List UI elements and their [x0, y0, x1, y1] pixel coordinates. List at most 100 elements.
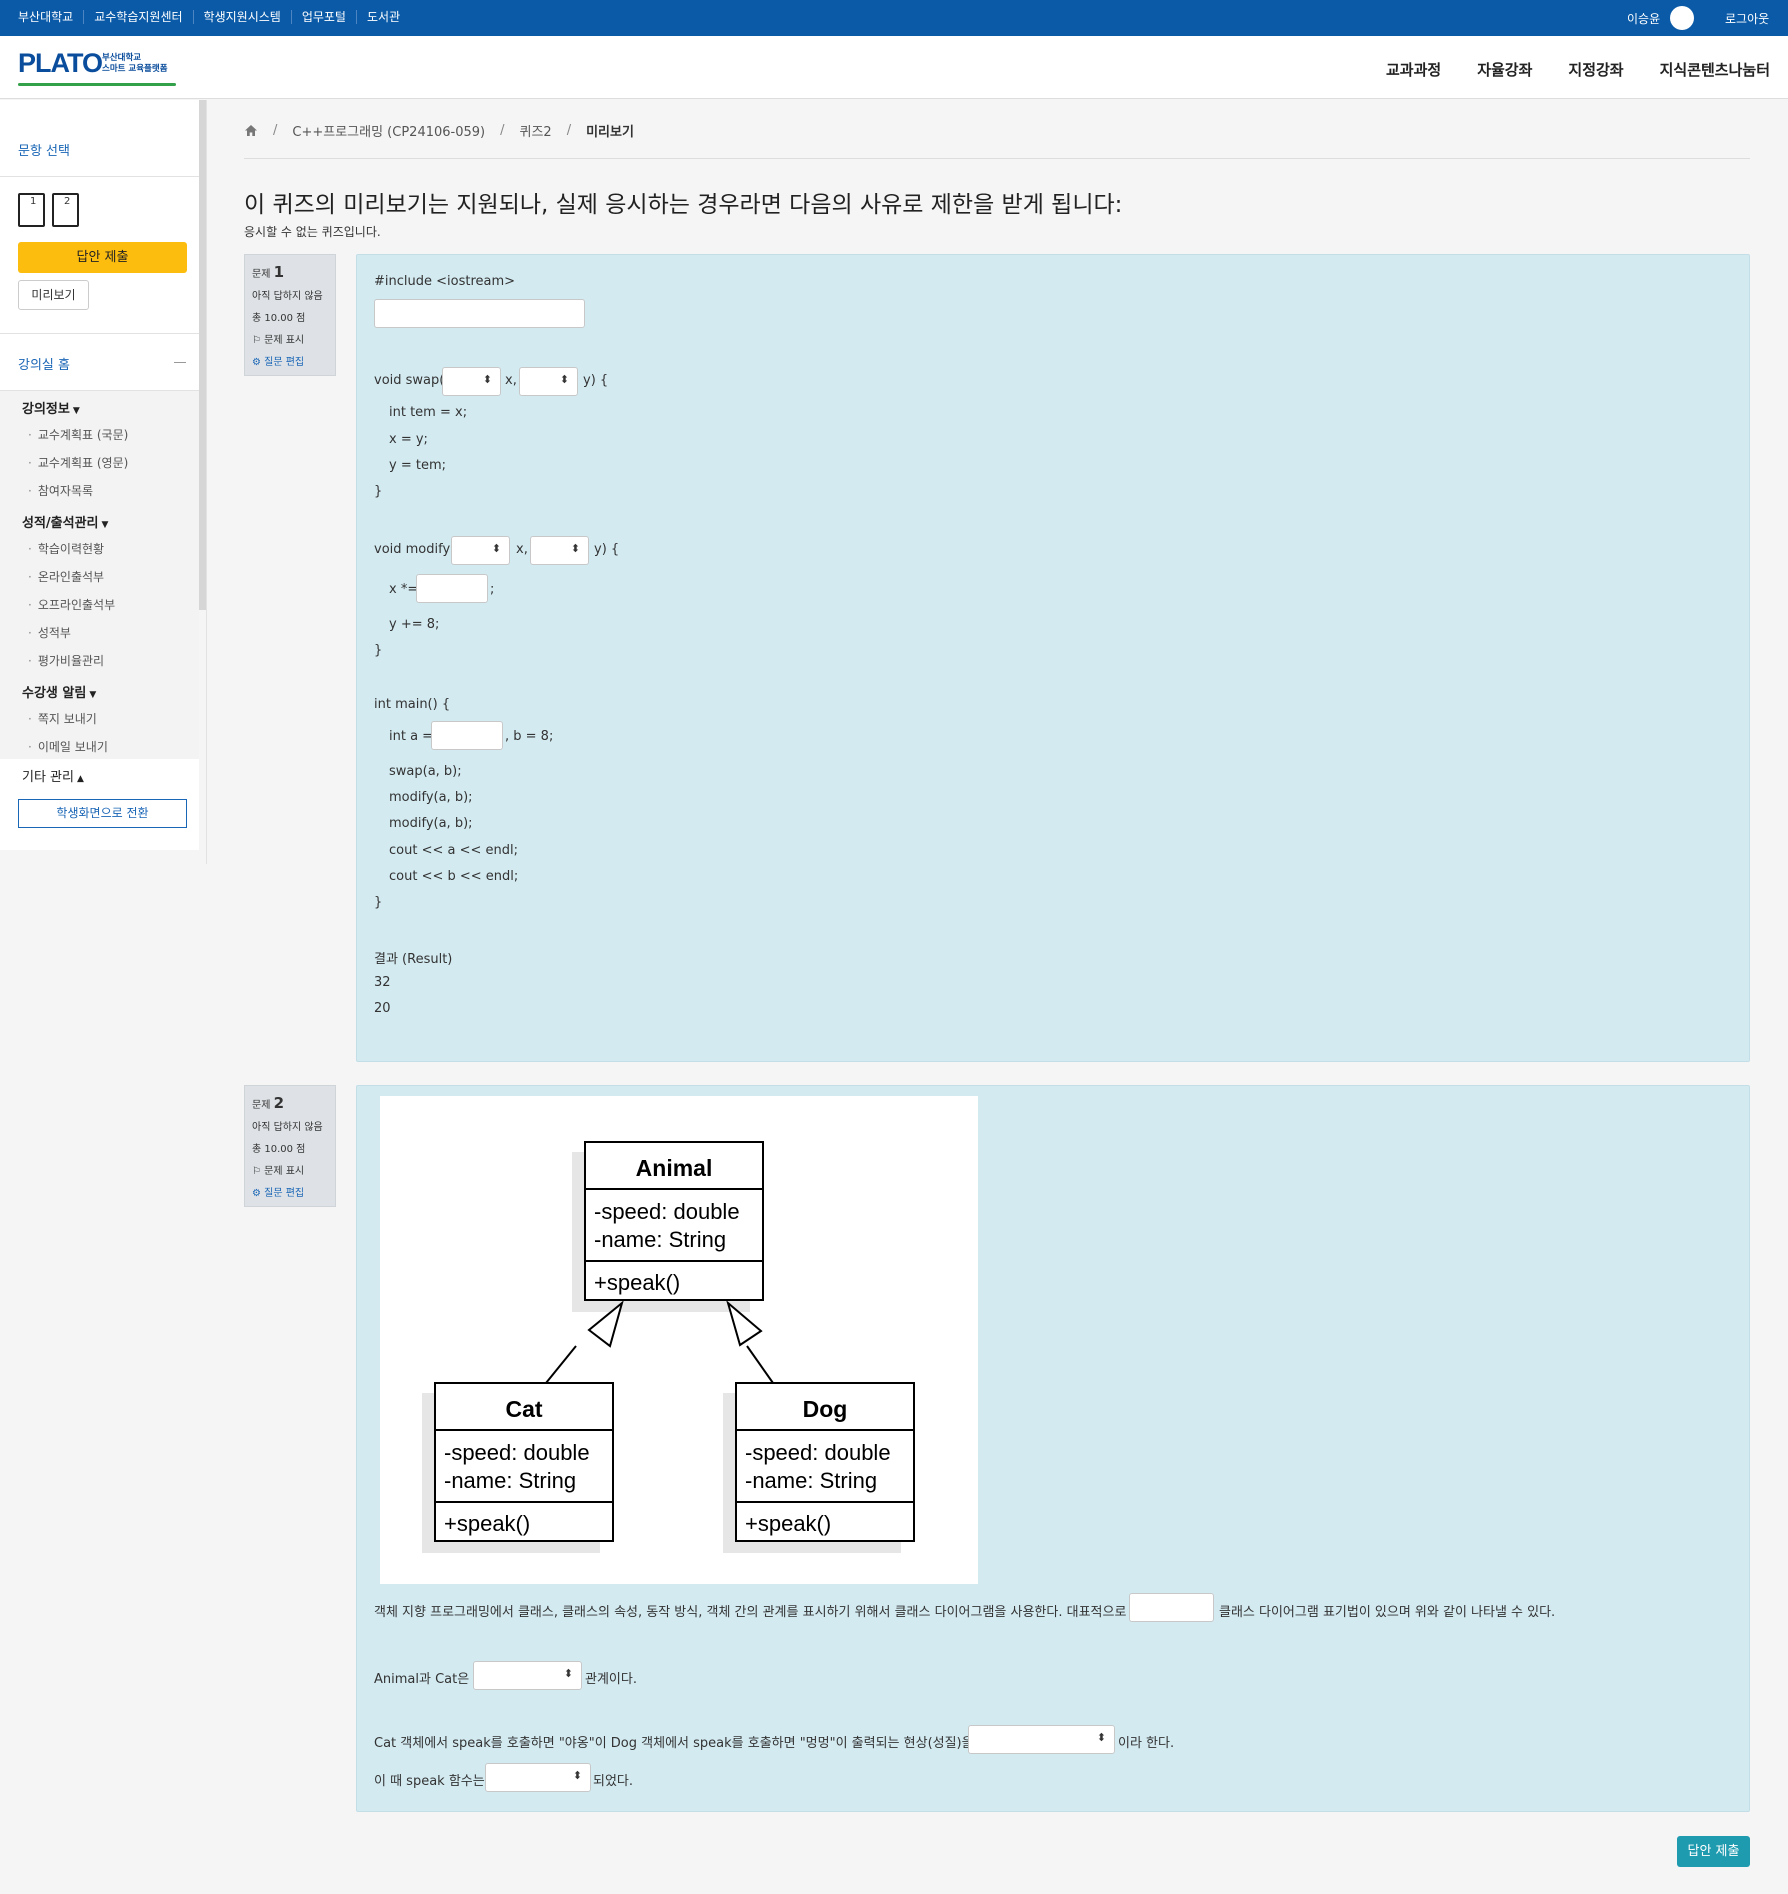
menu-group-label: 기타 관리 — [22, 770, 74, 785]
submit-answers-button[interactable]: 답안 제출 — [18, 242, 187, 273]
menu-group-course-info[interactable]: 강의정보 ▼ — [22, 398, 80, 417]
menu-group-label: 수강생 알림 — [22, 686, 87, 701]
code-line: ; — [490, 582, 495, 597]
flag-label: 문제 표시 — [264, 1166, 305, 1177]
question-select-title: 문항 선택 — [18, 144, 70, 159]
code-line: y = tem; — [389, 458, 446, 473]
override-select[interactable] — [485, 1763, 591, 1792]
edit-label: 질문 편집 — [264, 1188, 305, 1199]
top-link[interactable]: 학생지원시스템 — [192, 10, 291, 24]
flag-label: 문제 표시 — [264, 335, 305, 346]
menu-group-other[interactable]: 기타 관리 ▲ — [22, 766, 84, 785]
include-answer-input[interactable] — [374, 299, 585, 328]
plato-logo[interactable]: PLATO 부산대학교 스마트 교육플랫폼 — [18, 48, 178, 88]
edit-label: 질문 편집 — [264, 357, 305, 368]
edit-question-link[interactable]: ⚙ 질문 편집 — [252, 352, 328, 374]
menu-group-notify[interactable]: 수강생 알림 ▼ — [22, 682, 96, 701]
menu-item[interactable]: 교수계획표 (영문) — [28, 454, 128, 471]
user-name[interactable]: 이승윤 — [1627, 10, 1660, 27]
sidebar-border — [206, 100, 207, 864]
main-a-input[interactable] — [431, 721, 503, 750]
modify-param1-select[interactable] — [451, 536, 510, 565]
code-line: x *= — [389, 582, 419, 597]
divider — [0, 176, 199, 177]
class-name-cat: Cat — [505, 1396, 542, 1422]
sidebar-scrollbar[interactable] — [199, 100, 206, 610]
flag-icon: ⚐ — [252, 335, 261, 346]
nav-item[interactable]: 지식콘텐츠나눔터 — [1660, 59, 1770, 80]
code-line: cout << b << endl; — [389, 869, 519, 884]
menu-item[interactable]: 학습이력현황 — [28, 540, 104, 557]
breadcrumb-course[interactable]: C++프로그래밍 (CP24106-059) — [292, 121, 485, 140]
code-line: y += 8; — [389, 617, 440, 632]
modify-param2-select[interactable] — [530, 536, 589, 565]
course-home-link[interactable]: 강의실 홈 — [18, 354, 70, 373]
class-name-animal: Animal — [636, 1155, 713, 1181]
question-2-info: 문제 2 아직 답하지 않음 총 10.00 점 ⚐ 문제 표시 ⚙ 질문 편집 — [244, 1085, 336, 1207]
nav-item[interactable]: 교과과정 — [1386, 59, 1441, 80]
q2-line3-pre: Cat 객체에서 speak를 호출하면 "야옹"이 Dog 객체에서 spea… — [374, 1736, 974, 1751]
class-attribute: -speed: double — [444, 1440, 590, 1465]
question-nav-button-2[interactable]: 2 — [52, 193, 79, 227]
q2-line1-pre: 객체 지향 프로그래밍에서 클래스, 클래스의 속성, 동작 방식, 객체 간의… — [374, 1605, 1127, 1620]
result-value: 32 — [374, 975, 391, 990]
code-line: x, — [505, 373, 517, 388]
code-line: int tem = x; — [389, 405, 468, 420]
flag-question[interactable]: ⚐ 문제 표시 — [252, 1161, 328, 1183]
avatar[interactable] — [1670, 6, 1694, 30]
class-attribute: -speed: double — [594, 1199, 740, 1224]
class-cat: Cat -speed: double -name: String +speak(… — [434, 1382, 614, 1542]
code-line: modify(a, b); — [389, 790, 473, 805]
polymorphism-select[interactable] — [968, 1725, 1115, 1754]
menu-group-label: 성적/출석관리 — [22, 516, 99, 531]
modify-x-input[interactable] — [416, 574, 488, 603]
top-link[interactable]: 도서관 — [355, 10, 410, 24]
top-bar: 부산대학교 교수학습지원센터 학생지원시스템 업무포털 도서관 이승윤 로그아웃 — [0, 0, 1788, 36]
breadcrumb-current: 미리보기 — [586, 125, 634, 140]
logout-link[interactable]: 로그아웃 — [1725, 10, 1769, 27]
code-line: } — [374, 895, 383, 910]
edit-question-link[interactable]: ⚙ 질문 편집 — [252, 1183, 328, 1205]
code-line: #include <iostream> — [374, 274, 516, 289]
top-link[interactable]: 부산대학교 — [18, 10, 83, 24]
q2-line4-pre: 이 때 speak 함수는 — [374, 1774, 485, 1789]
flag-question[interactable]: ⚐ 문제 표시 — [252, 330, 328, 352]
q2-line4-post: 되었다. — [593, 1774, 634, 1789]
home-icon[interactable] — [244, 124, 258, 137]
logo-subtitle: 부산대학교 스마트 교육플랫폼 — [102, 53, 168, 75]
final-submit-button[interactable]: 답안 제출 — [1677, 1836, 1750, 1867]
top-link[interactable]: 업무포털 — [290, 10, 356, 24]
question-points: 총 10.00 점 — [252, 1144, 306, 1155]
question-nav-button-1[interactable]: 1 — [18, 193, 45, 227]
uml-notation-input[interactable] — [1129, 1593, 1214, 1622]
menu-item[interactable]: 교수계획표 (국문) — [28, 426, 128, 443]
question-status: 아직 답하지 않음 — [252, 291, 323, 302]
top-link[interactable]: 교수학습지원센터 — [83, 10, 192, 24]
uml-class-diagram: Animal -speed: double -name: String +spe… — [380, 1096, 978, 1584]
divider — [0, 333, 199, 334]
menu-item[interactable]: 평가비율관리 — [28, 652, 104, 669]
question-status: 아직 답하지 않음 — [252, 1122, 323, 1133]
nav-item[interactable]: 지정강좌 — [1568, 59, 1623, 80]
swap-param1-select[interactable] — [442, 367, 501, 396]
relationship-select[interactable] — [473, 1661, 582, 1690]
breadcrumb-quiz[interactable]: 퀴즈2 — [520, 121, 552, 140]
menu-item[interactable]: 오프라인출석부 — [28, 596, 115, 613]
menu-group-grades[interactable]: 성적/출석관리 ▼ — [22, 512, 108, 531]
menu-item[interactable]: 온라인출석부 — [28, 568, 104, 585]
switch-to-student-view-button[interactable]: 학생화면으로 전환 — [18, 799, 187, 828]
menu-item[interactable]: 성적부 — [28, 624, 71, 641]
nav-item[interactable]: 자율강좌 — [1477, 59, 1532, 80]
menu-item[interactable]: 쪽지 보내기 — [28, 710, 97, 727]
swap-param2-select[interactable] — [519, 367, 578, 396]
result-label: 결과 (Result) — [374, 952, 453, 967]
class-dog: Dog -speed: double -name: String +speak(… — [735, 1382, 915, 1542]
preview-button[interactable]: 미리보기 — [18, 280, 89, 310]
code-line: void swap( — [374, 373, 445, 388]
class-attribute: -name: String — [594, 1227, 726, 1252]
menu-item[interactable]: 참여자목록 — [28, 482, 93, 499]
class-method: +speak() — [745, 1511, 831, 1536]
q2-line2-pre: Animal과 Cat은 — [374, 1672, 470, 1687]
collapse-icon[interactable] — [174, 362, 186, 363]
menu-item[interactable]: 이메일 보내기 — [28, 738, 108, 755]
